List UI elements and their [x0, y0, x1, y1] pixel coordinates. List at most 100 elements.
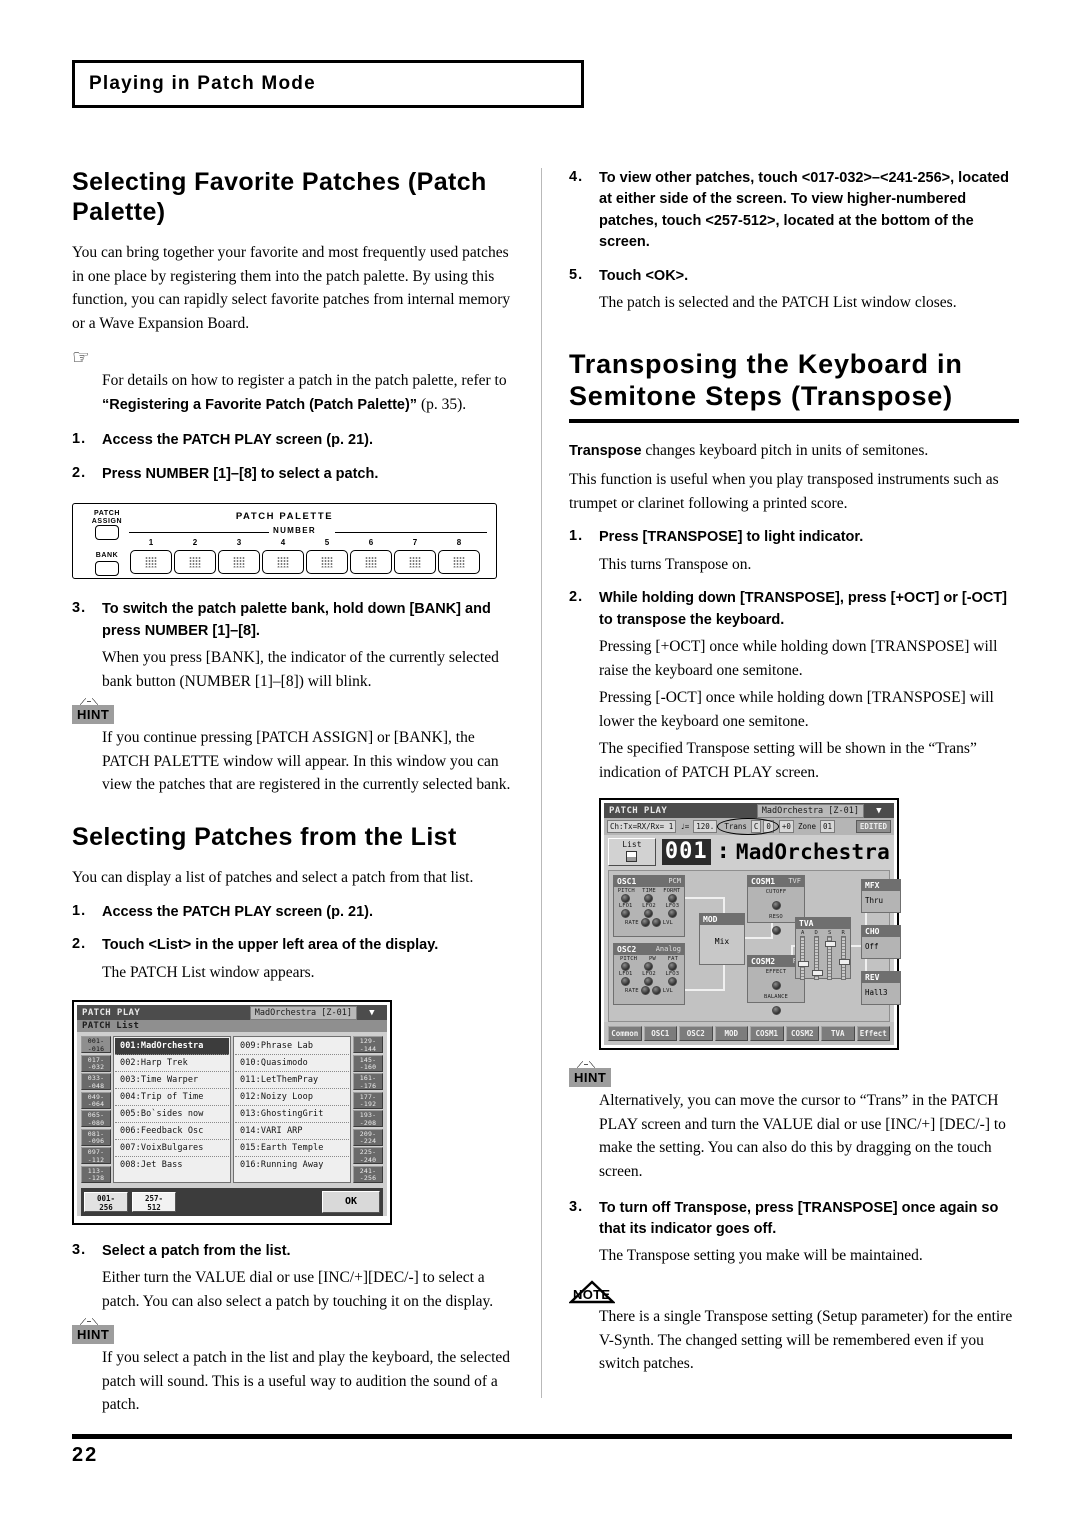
trans-oct-field[interactable]: 0 [763, 820, 774, 834]
fader-s[interactable] [825, 936, 837, 981]
range-button[interactable]: 241- -256 [353, 1165, 383, 1183]
knob-icon[interactable] [644, 977, 654, 987]
list-item[interactable]: 012:Noizy Loop [235, 1089, 349, 1107]
zone-field[interactable]: 01 [820, 820, 836, 834]
ok-button[interactable]: OK [322, 1190, 380, 1213]
tab-osc2[interactable]: OSC2 [679, 1026, 713, 1042]
fader-r[interactable] [838, 936, 850, 981]
range-button[interactable]: 209- -224 [353, 1128, 383, 1146]
bank-range-257-512-button[interactable]: 257- 512 [132, 1191, 176, 1212]
cho-block[interactable]: CHO Off [861, 925, 901, 960]
tab-common[interactable]: Common [608, 1026, 642, 1042]
tva-block[interactable]: TVA A D S R [795, 917, 851, 981]
knob-icon[interactable] [667, 962, 677, 972]
tab-effect[interactable]: Effect [856, 1026, 890, 1042]
midi-channel-field[interactable]: Ch:Tx=RX/Rx= 1 [607, 820, 677, 834]
list-item[interactable]: 011:LetThemPray [235, 1072, 349, 1090]
knob-icon[interactable] [771, 901, 781, 911]
transpose-group[interactable]: Trans C 0 [717, 818, 779, 836]
palette-number-button-8[interactable] [438, 550, 480, 575]
fader-handle[interactable] [798, 961, 810, 968]
range-button[interactable]: 049- -064 [81, 1091, 111, 1109]
range-button[interactable]: 033- -048 [81, 1073, 111, 1091]
range-button[interactable]: 097- -112 [81, 1147, 111, 1165]
bank-button[interactable] [95, 561, 119, 577]
range-button[interactable]: 193- -208 [353, 1110, 383, 1128]
bank-range-001-256-button[interactable]: 001- 256 [84, 1191, 128, 1212]
list-item[interactable]: 010:Quasimodo [235, 1055, 349, 1073]
knob-icon[interactable] [644, 962, 654, 972]
knob-icon[interactable] [621, 894, 631, 904]
list-button[interactable]: List [608, 838, 656, 867]
chevron-down-icon[interactable]: ▼ [357, 1008, 387, 1018]
palette-number-button-1[interactable] [130, 550, 172, 575]
knob-icon[interactable] [771, 1006, 781, 1016]
rev-block[interactable]: REV Hall3 [861, 971, 901, 1006]
range-button[interactable]: 161- -176 [353, 1073, 383, 1091]
list-item[interactable]: 006:Feedback Osc [115, 1123, 229, 1141]
knob-icon[interactable] [667, 977, 677, 987]
tab-tva[interactable]: TVA [821, 1026, 855, 1042]
range-button[interactable]: 145- -160 [353, 1054, 383, 1072]
patch-assign-button[interactable] [95, 525, 119, 541]
knob-icon[interactable] [771, 926, 781, 936]
knob-icon[interactable] [644, 894, 654, 904]
range-button[interactable]: 177- -192 [353, 1091, 383, 1109]
list-item[interactable]: 007:VoixBulgares [115, 1140, 229, 1158]
range-button[interactable]: 017- -032 [81, 1054, 111, 1072]
fader-handle[interactable] [838, 959, 850, 966]
osc2-block[interactable]: OSC2 Analog PITCH PW FAT LFO1 LFO2 LFO3 … [613, 943, 685, 1006]
list-item[interactable]: 016:Running Away [235, 1157, 349, 1174]
list-item[interactable]: 001:MadOrchestra [115, 1038, 229, 1056]
osc1-block[interactable]: OSC1 PCM PITCH TIME FORMT LFO1 LFO2 LFO3… [613, 875, 685, 938]
palette-number-button-4[interactable] [262, 550, 304, 575]
palette-number-button-6[interactable] [350, 550, 392, 575]
range-button[interactable]: 225- -240 [353, 1147, 383, 1165]
knob-icon[interactable] [644, 909, 654, 919]
tab-osc1[interactable]: OSC1 [643, 1026, 677, 1042]
knob-icon[interactable] [771, 981, 781, 991]
knob-icon[interactable] [667, 894, 677, 904]
knob-icon[interactable] [651, 918, 661, 928]
fader-handle[interactable] [825, 941, 837, 948]
range-button[interactable]: 129- -144 [353, 1036, 383, 1054]
list-item[interactable]: 003:Time Warper [115, 1072, 229, 1090]
list-item[interactable]: 004:Trip of Time [115, 1089, 229, 1107]
cosm1-block[interactable]: COSM1 TVF CUTOFF RESO [747, 875, 805, 936]
list-item[interactable]: 008:Jet Bass [115, 1157, 229, 1174]
mod-block[interactable]: MOD Mix [699, 913, 745, 966]
tab-cosm1[interactable]: COSM1 [750, 1026, 784, 1042]
mfx-block[interactable]: MFX Thru [861, 879, 901, 914]
knob-icon[interactable] [651, 986, 661, 996]
palette-number-button-5[interactable] [306, 550, 348, 575]
tempo-field[interactable]: 120. [693, 820, 718, 834]
knob-icon[interactable] [621, 909, 631, 919]
list-item[interactable]: 013:GhostingGrit [235, 1106, 349, 1124]
knob-icon[interactable] [640, 986, 650, 996]
patch-list-patch-name-field[interactable]: MadOrchestra [Z-01] [249, 1005, 357, 1020]
fader-a[interactable] [798, 936, 810, 981]
knob-icon[interactable] [667, 909, 677, 919]
range-button[interactable]: 081- -096 [81, 1128, 111, 1146]
palette-number-button-2[interactable] [174, 550, 216, 575]
knob-icon[interactable] [621, 962, 631, 972]
palette-number-button-7[interactable] [394, 550, 436, 575]
tab-mod[interactable]: MOD [714, 1026, 748, 1042]
knob-icon[interactable] [640, 918, 650, 928]
tab-cosm2[interactable]: COSM2 [785, 1026, 819, 1042]
list-item[interactable]: 005:Bo`sides now [115, 1106, 229, 1124]
patch-play-patch-name-field[interactable]: MadOrchestra [Z-01] [756, 803, 864, 818]
range-button[interactable]: 113- -128 [81, 1165, 111, 1183]
list-item[interactable]: 014:VARI ARP [235, 1123, 349, 1141]
range-button[interactable]: 065- -080 [81, 1110, 111, 1128]
range-button[interactable]: 001- -016 [81, 1036, 111, 1054]
chevron-down-icon[interactable]: ▼ [864, 806, 894, 816]
palette-number-button-3[interactable] [218, 550, 260, 575]
octave-field[interactable]: +0 [778, 820, 794, 834]
trans-note-field[interactable]: C [750, 820, 762, 834]
list-item[interactable]: 015:Earth Temple [235, 1140, 349, 1158]
list-item[interactable]: 002:Harp Trek [115, 1055, 229, 1073]
fader-handle[interactable] [811, 970, 823, 977]
fader-d[interactable] [811, 936, 823, 981]
list-item[interactable]: 009:Phrase Lab [235, 1038, 349, 1056]
